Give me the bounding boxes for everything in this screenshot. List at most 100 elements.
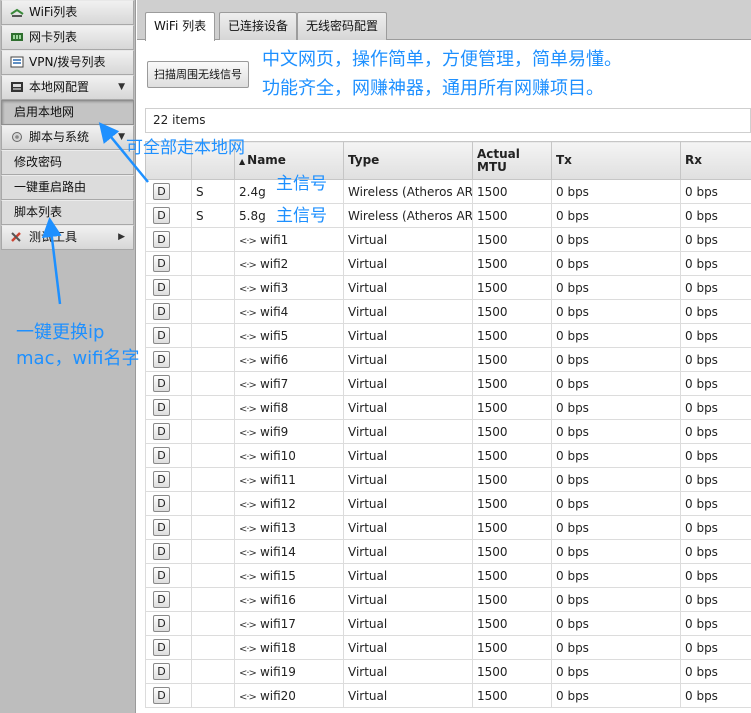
virtual-interface-icon: <·> [239,235,257,247]
table-row[interactable]: D <·> wifi2 Virtual 1500 0 bps 0 bps [145,251,751,276]
column-header-tx[interactable]: Tx [551,141,681,180]
row-name-cell: <·> wifi10 [234,443,344,468]
disable-button[interactable]: D [153,327,170,344]
table-row[interactable]: D <·> wifi18 Virtual 1500 0 bps 0 bps [145,635,751,660]
table-row[interactable]: D S 2.4g Wireless (Atheros AR 1500 0 bps 0 bps [145,179,751,204]
disable-button[interactable]: D [153,591,170,608]
row-flag [191,563,235,588]
row-flag: S [191,203,235,228]
row-tx: 0 bps [551,323,681,348]
sidebar-item-reboot-router[interactable]: 一键重启路由 [1,175,134,200]
lan-config-icon [11,82,23,92]
table-row[interactable]: D <·> wifi15 Virtual 1500 0 bps 0 bps [145,563,751,588]
table-row[interactable]: D <·> wifi14 Virtual 1500 0 bps 0 bps [145,539,751,564]
table-row[interactable]: D S 5.8g Wireless (Atheros AR 1500 0 bps 0 bps [145,203,751,228]
disable-button[interactable]: D [153,375,170,392]
tools-icon [11,232,21,242]
row-name: 2.4g [239,184,266,199]
row-tx: 0 bps [551,491,681,516]
disable-button[interactable]: D [153,207,170,224]
virtual-interface-icon: <·> [239,355,257,367]
disable-button[interactable]: D [153,519,170,536]
table-row[interactable]: D <·> wifi3 Virtual 1500 0 bps 0 bps [145,275,751,300]
table-row[interactable]: D <·> wifi16 Virtual 1500 0 bps 0 bps [145,587,751,612]
row-mtu: 1500 [472,539,552,564]
table-row[interactable]: D <·> wifi17 Virtual 1500 0 bps 0 bps [145,611,751,636]
row-name-cell: <·> wifi9 [234,419,344,444]
sidebar-item-test-tools[interactable]: 测试工具 ▶ [1,225,134,250]
disable-button[interactable]: D [153,687,170,704]
annotation-local-net: 可全部走本地网 [126,138,245,158]
sidebar-item-label: 脚本与系统 [29,130,90,144]
disable-button[interactable]: D [153,255,170,272]
virtual-interface-icon: <·> [239,451,257,463]
row-flag [191,539,235,564]
disable-button[interactable]: D [153,543,170,560]
disable-button[interactable]: D [153,183,170,200]
disable-button[interactable]: D [153,399,170,416]
sidebar-item-nic-list[interactable]: 网卡列表 [1,25,134,50]
tab-wireless-password[interactable]: 无线密码配置 [297,12,388,40]
row-flag [191,419,235,444]
disable-button[interactable]: D [153,639,170,656]
row-action-cell: D [145,683,192,708]
tab-connected-devices[interactable]: 已连接设备 [219,12,298,40]
row-tx: 0 bps [551,251,681,276]
column-header-mtu[interactable]: Actual MTU [472,141,552,180]
table-row[interactable]: D <·> wifi1 Virtual 1500 0 bps 0 bps [145,227,751,252]
disable-button[interactable]: D [153,495,170,512]
table-row[interactable]: D <·> wifi6 Virtual 1500 0 bps 0 bps [145,347,751,372]
sidebar-item-enable-lan[interactable]: 启用本地网 [1,100,134,125]
column-header-type[interactable]: Type [343,141,473,180]
row-action-cell: D [145,635,192,660]
column-header-rx[interactable]: Rx [680,141,751,180]
row-rx: 0 bps [680,659,751,684]
row-action-cell: D [145,659,192,684]
sidebar-item-lan-config[interactable]: 本地网配置 ▼ [1,75,134,100]
sidebar-item-label: 测试工具 [29,230,78,244]
table-row[interactable]: D <·> wifi10 Virtual 1500 0 bps 0 bps [145,443,751,468]
table-row[interactable]: D <·> wifi11 Virtual 1500 0 bps 0 bps [145,467,751,492]
scan-wifi-button[interactable]: 扫描周围无线信号 [147,61,249,88]
row-action-cell: D [145,491,192,516]
disable-button[interactable]: D [153,423,170,440]
sidebar-item-change-password[interactable]: 修改密码 [1,150,134,175]
disable-button[interactable]: D [153,303,170,320]
row-action-cell: D [145,395,192,420]
row-rx: 0 bps [680,515,751,540]
row-name: wifi13 [259,520,296,535]
table-row[interactable]: D <·> wifi12 Virtual 1500 0 bps 0 bps [145,491,751,516]
table-row[interactable]: D <·> wifi8 Virtual 1500 0 bps 0 bps [145,395,751,420]
disable-button[interactable]: D [153,279,170,296]
table-row[interactable]: D <·> wifi9 Virtual 1500 0 bps 0 bps [145,419,751,444]
disable-button[interactable]: D [153,447,170,464]
row-name-cell: <·> wifi8 [234,395,344,420]
disable-button[interactable]: D [153,663,170,680]
disable-button[interactable]: D [153,567,170,584]
table-row[interactable]: D <·> wifi13 Virtual 1500 0 bps 0 bps [145,515,751,540]
row-rx: 0 bps [680,203,751,228]
sidebar-item-script-list[interactable]: 脚本列表 [1,200,134,225]
table-row[interactable]: D <·> wifi7 Virtual 1500 0 bps 0 bps [145,371,751,396]
row-type: Virtual [343,563,473,588]
disable-button[interactable]: D [153,471,170,488]
table-row[interactable]: D <·> wifi4 Virtual 1500 0 bps 0 bps [145,299,751,324]
sidebar-item-scripts-system[interactable]: 脚本与系统 ▼ [1,125,134,150]
disable-button[interactable]: D [153,351,170,368]
row-flag [191,227,235,252]
table-row[interactable]: D <·> wifi5 Virtual 1500 0 bps 0 bps [145,323,751,348]
table-row[interactable]: D <·> wifi20 Virtual 1500 0 bps 0 bps [145,683,751,708]
sidebar-item-label: WiFi列表 [29,5,78,19]
virtual-interface-icon: <·> [239,571,257,583]
row-name: wifi18 [259,640,296,655]
row-tx: 0 bps [551,467,681,492]
sidebar-item-vpn-list[interactable]: VPN/拨号列表 [1,50,134,75]
disable-button[interactable]: D [153,231,170,248]
disable-button[interactable]: D [153,615,170,632]
table-row[interactable]: D <·> wifi19 Virtual 1500 0 bps 0 bps [145,659,751,684]
row-type: Wireless (Atheros AR [343,179,473,204]
sidebar-item-wifi-list[interactable]: WiFi列表 [1,0,134,25]
row-rx: 0 bps [680,347,751,372]
tab-wifi-list[interactable]: WiFi 列表 [145,12,216,41]
virtual-interface-icon: <·> [239,619,257,631]
